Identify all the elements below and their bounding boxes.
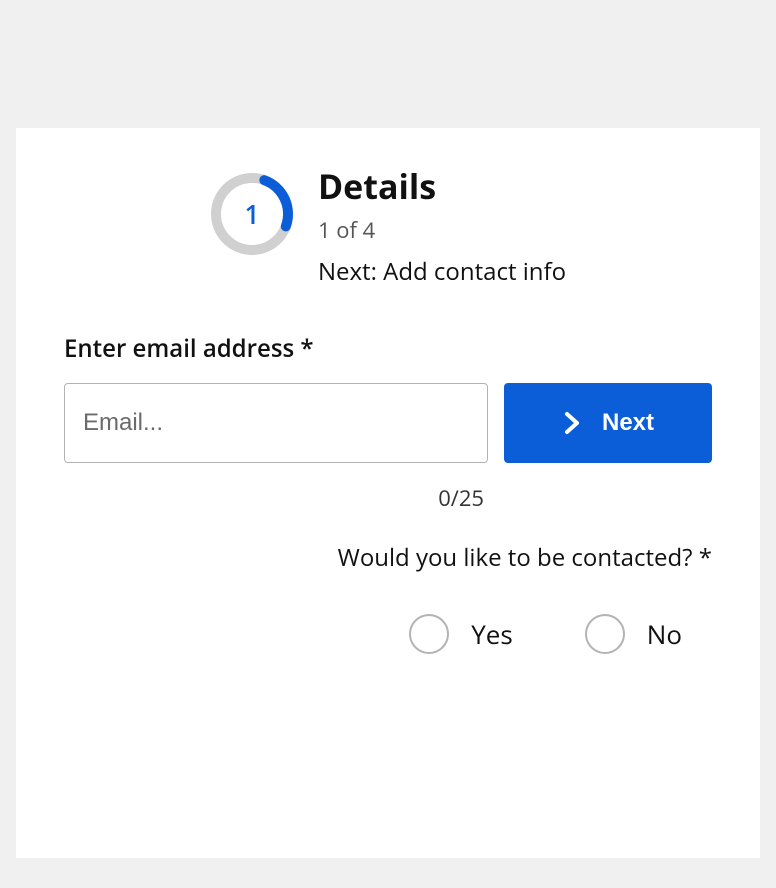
contact-question-label: Would you like to be contacted? * xyxy=(64,541,712,574)
email-field-label: Enter email address * xyxy=(64,332,314,365)
required-asterisk: * xyxy=(693,541,712,574)
radio-no[interactable] xyxy=(585,614,625,654)
contact-radio-group: Yes No xyxy=(64,614,712,654)
contact-question-block: Would you like to be contacted? * Yes No xyxy=(16,513,760,654)
next-button-label: Next xyxy=(602,409,654,437)
radio-no-label[interactable]: No xyxy=(647,616,682,652)
email-label-text: Enter email address xyxy=(64,332,294,365)
step-progress-ring-icon: 1 xyxy=(210,172,294,256)
step-number: 1 xyxy=(210,172,294,256)
stepper-next-name: Add contact info xyxy=(383,255,566,288)
contact-option-no: No xyxy=(585,614,682,654)
stepper-next-prefix: Next: xyxy=(318,255,383,288)
stepper-step-counter: 1 of 4 xyxy=(318,215,566,245)
email-input[interactable] xyxy=(64,383,488,463)
contact-option-yes: Yes xyxy=(409,614,513,654)
email-field-row: Next xyxy=(64,383,712,463)
email-char-counter: 0/25 xyxy=(64,483,712,513)
next-button[interactable]: Next xyxy=(504,383,712,463)
stepper-header: 1 Details 1 of 4 Next: Add contact info xyxy=(16,128,760,296)
stepper-text: Details 1 of 4 Next: Add contact info xyxy=(318,168,566,288)
radio-yes-label[interactable]: Yes xyxy=(471,616,513,652)
chevron-right-icon xyxy=(562,411,582,435)
required-asterisk: * xyxy=(294,332,313,365)
contact-question-text: Would you like to be contacted? xyxy=(338,541,693,574)
email-field-block: Enter email address * Next 0/25 xyxy=(16,296,760,513)
stepper-next-label: Next: Add contact info xyxy=(318,255,566,288)
form-card: 1 Details 1 of 4 Next: Add contact info … xyxy=(16,128,760,858)
stepper-title: Details xyxy=(318,168,566,205)
radio-yes[interactable] xyxy=(409,614,449,654)
